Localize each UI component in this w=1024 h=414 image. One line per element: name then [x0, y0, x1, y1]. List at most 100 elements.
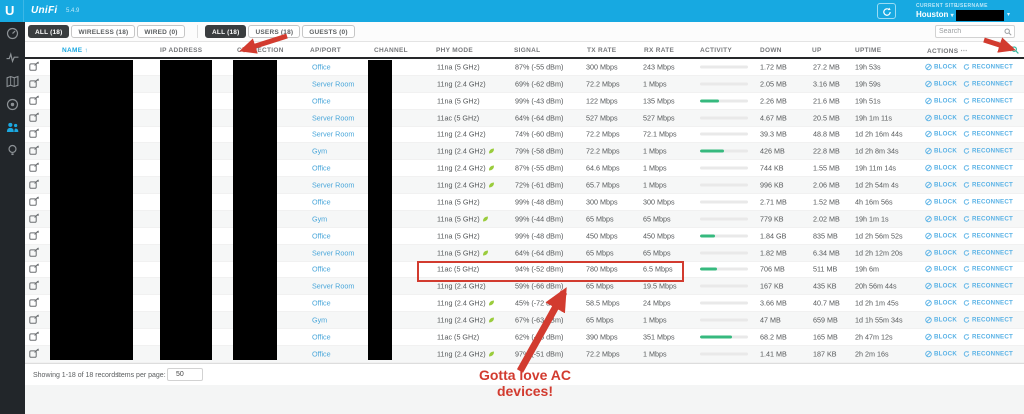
- reconnect-button[interactable]: RECONNECT: [963, 131, 1013, 138]
- column-header-phy-mode[interactable]: PHY MODE: [436, 47, 473, 54]
- sidebar-item-map[interactable]: [6, 75, 19, 88]
- client-device-icon: [29, 263, 40, 274]
- block-button[interactable]: BLOCK: [925, 165, 957, 172]
- column-header-name[interactable]: NAME ↑: [62, 47, 88, 54]
- column-header-activity[interactable]: ACTIVITY: [700, 47, 732, 54]
- block-icon: [925, 131, 932, 138]
- ap-port-link[interactable]: Office: [312, 299, 331, 308]
- tab-users[interactable]: USERS (18): [248, 25, 300, 38]
- block-button[interactable]: BLOCK: [925, 131, 957, 138]
- ap-port-link[interactable]: Office: [312, 197, 331, 206]
- client-device-icon: [29, 60, 40, 71]
- reconnect-button[interactable]: RECONNECT: [963, 63, 1013, 70]
- ap-port-link[interactable]: Server Room: [312, 113, 354, 122]
- ap-port-link[interactable]: Gym: [312, 316, 327, 325]
- user-menu[interactable]: USERNAME: [956, 3, 988, 9]
- tab-wireless[interactable]: WIRELESS (18): [71, 25, 135, 38]
- block-button[interactable]: BLOCK: [925, 350, 957, 357]
- block-button[interactable]: BLOCK: [925, 215, 957, 222]
- reconnect-button[interactable]: RECONNECT: [963, 317, 1013, 324]
- ap-port-link[interactable]: Office: [312, 96, 331, 105]
- signal-value: 72% (-61 dBm): [515, 181, 563, 190]
- items-per-page-input[interactable]: [167, 368, 203, 381]
- block-button[interactable]: BLOCK: [925, 266, 957, 273]
- ap-port-link[interactable]: Gym: [312, 147, 327, 156]
- ap-port-link[interactable]: Server Room: [312, 181, 354, 190]
- block-button[interactable]: BLOCK: [925, 63, 957, 70]
- ap-port-link[interactable]: Server Room: [312, 248, 354, 257]
- redaction-ip-column: [160, 60, 212, 360]
- signal-value: 79% (-58 dBm): [515, 147, 563, 156]
- column-header-ip[interactable]: IP ADDRESS: [160, 47, 202, 54]
- reconnect-button[interactable]: RECONNECT: [963, 198, 1013, 205]
- ap-port-link[interactable]: Server Room: [312, 79, 354, 88]
- uptime-value: 1d 2h 8m 34s: [855, 147, 899, 156]
- column-header-uptime[interactable]: UPTIME: [855, 47, 881, 54]
- reconnect-button[interactable]: RECONNECT: [963, 232, 1013, 239]
- reconnect-button[interactable]: RECONNECT: [963, 80, 1013, 87]
- reconnect-button[interactable]: RECONNECT: [963, 165, 1013, 172]
- sidebar-item-insights[interactable]: [6, 144, 19, 157]
- column-header-ap-port[interactable]: AP/PORT: [310, 47, 341, 54]
- tab-wired[interactable]: WIRED (0): [137, 25, 184, 38]
- reconnect-button[interactable]: RECONNECT: [963, 215, 1013, 222]
- block-button[interactable]: BLOCK: [925, 283, 957, 290]
- uptime-value: 1d 2h 12m 20s: [855, 248, 903, 257]
- client-device-icon: [29, 330, 40, 341]
- down-total-value: 1.41 MB: [760, 349, 787, 358]
- reconnect-button[interactable]: RECONNECT: [963, 333, 1013, 340]
- column-header-up[interactable]: UP: [812, 47, 822, 54]
- ap-port-link[interactable]: Server Room: [312, 130, 354, 139]
- tab-all-connection[interactable]: ALL (18): [28, 25, 69, 38]
- tab-all-type[interactable]: ALL (18): [205, 25, 246, 38]
- block-button[interactable]: BLOCK: [925, 97, 957, 104]
- reconnect-button[interactable]: RECONNECT: [963, 283, 1013, 290]
- block-button[interactable]: BLOCK: [925, 114, 957, 121]
- reconnect-button[interactable]: RECONNECT: [963, 300, 1013, 307]
- ap-port-link[interactable]: Server Room: [312, 282, 354, 291]
- reconnect-button[interactable]: RECONNECT: [963, 249, 1013, 256]
- column-header-tx-rate[interactable]: TX RATE: [587, 47, 616, 54]
- ap-port-link[interactable]: Office: [312, 349, 331, 358]
- sidebar-item-statistics[interactable]: [6, 51, 19, 64]
- column-header-channel[interactable]: CHANNEL: [374, 47, 408, 54]
- ap-port-link[interactable]: Office: [312, 231, 331, 240]
- phy-mode-value: 11na (5 GHz): [437, 197, 480, 206]
- search-input[interactable]: [939, 26, 1001, 37]
- tab-guests[interactable]: GUESTS (0): [302, 25, 354, 38]
- block-button[interactable]: BLOCK: [925, 300, 957, 307]
- block-button[interactable]: BLOCK: [925, 80, 957, 87]
- ap-port-link[interactable]: Office: [312, 265, 331, 274]
- uptime-value: 19h 1m 11s: [855, 113, 892, 122]
- block-button[interactable]: BLOCK: [925, 182, 957, 189]
- block-button[interactable]: BLOCK: [925, 333, 957, 340]
- reconnect-button[interactable]: RECONNECT: [963, 350, 1013, 357]
- column-header-signal[interactable]: SIGNAL: [514, 47, 540, 54]
- reconnect-button[interactable]: RECONNECT: [963, 148, 1013, 155]
- block-button[interactable]: BLOCK: [925, 198, 957, 205]
- sidebar-item-devices[interactable]: [6, 98, 19, 111]
- tx-rate-value: 72.2 Mbps: [586, 79, 620, 88]
- block-button[interactable]: BLOCK: [925, 249, 957, 256]
- reconnect-button[interactable]: RECONNECT: [963, 114, 1013, 121]
- refresh-button[interactable]: [877, 3, 896, 19]
- up-total-value: 511 MB: [813, 265, 837, 274]
- block-button[interactable]: BLOCK: [925, 317, 957, 324]
- sidebar-item-clients[interactable]: [6, 121, 19, 134]
- ap-port-link[interactable]: Office: [312, 164, 331, 173]
- customize-columns-icon[interactable]: [1011, 46, 1019, 54]
- ap-port-link[interactable]: Office: [312, 332, 331, 341]
- block-button[interactable]: BLOCK: [925, 148, 957, 155]
- ap-port-link[interactable]: Gym: [312, 214, 327, 223]
- block-button[interactable]: BLOCK: [925, 232, 957, 239]
- column-header-down[interactable]: DOWN: [760, 47, 782, 54]
- ap-port-link[interactable]: Office: [312, 62, 331, 71]
- reconnect-button[interactable]: RECONNECT: [963, 182, 1013, 189]
- current-site-selector[interactable]: CURRENT SITE Houston ▾: [916, 3, 958, 19]
- actions-more-icon[interactable]: ⋯: [960, 48, 967, 55]
- column-header-rx-rate[interactable]: RX RATE: [644, 47, 674, 54]
- reconnect-button[interactable]: RECONNECT: [963, 97, 1013, 104]
- sidebar-item-dashboard[interactable]: [6, 27, 19, 40]
- column-header-connection[interactable]: CONNECTION: [237, 47, 284, 54]
- reconnect-button[interactable]: RECONNECT: [963, 266, 1013, 273]
